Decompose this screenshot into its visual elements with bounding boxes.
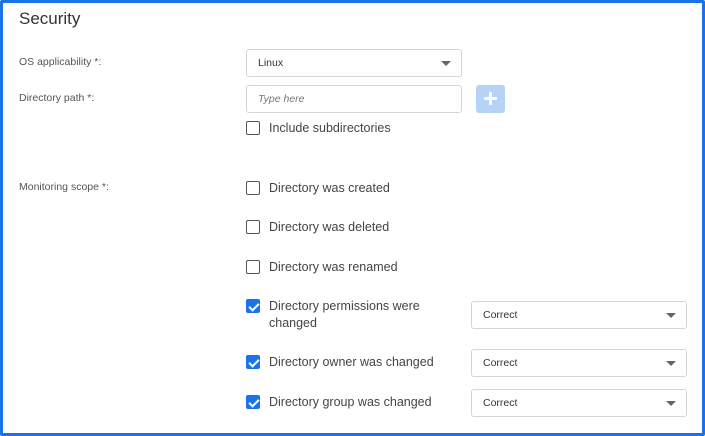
select-value: Correct	[483, 309, 518, 321]
scope-directory-created-checkbox[interactable]: Directory was created	[246, 180, 459, 197]
directory-path-label: Directory path *:	[19, 92, 95, 104]
checkbox-label: Directory was renamed	[269, 260, 398, 274]
group-changed-select[interactable]: Correct	[471, 389, 687, 417]
checkbox-label: Directory was created	[269, 181, 390, 195]
select-value: Correct	[483, 397, 518, 409]
checkbox-box-checked	[246, 355, 260, 369]
checkbox-label: Directory owner was changed	[269, 355, 434, 369]
select-value: Correct	[483, 357, 518, 369]
os-applicability-label: OS applicability *:	[19, 56, 102, 68]
chevron-down-icon	[666, 401, 676, 406]
permissions-changed-select[interactable]: Correct	[471, 301, 687, 329]
os-applicability-value: Linux	[258, 57, 284, 69]
checkbox-box	[246, 121, 260, 135]
checkbox-box	[246, 260, 260, 274]
section-title: Security	[19, 9, 81, 28]
chevron-down-icon	[441, 61, 451, 66]
checkbox-box-checked	[246, 299, 260, 313]
owner-changed-select[interactable]: Correct	[471, 349, 687, 377]
scope-directory-deleted-checkbox[interactable]: Directory was deleted	[246, 219, 459, 236]
os-applicability-select[interactable]: Linux	[246, 49, 462, 77]
chevron-down-icon	[666, 361, 676, 366]
scope-group-changed-checkbox[interactable]: Directory group was changed	[246, 394, 459, 411]
directory-path-input[interactable]	[246, 85, 462, 113]
checkbox-label: Include subdirectories	[269, 121, 391, 135]
checkbox-label: Directory group was changed	[269, 395, 432, 409]
scope-owner-changed-checkbox[interactable]: Directory owner was changed	[246, 354, 459, 371]
monitoring-scope-label: Monitoring scope *:	[19, 181, 109, 193]
checkbox-box	[246, 181, 260, 195]
security-panel: Security OS applicability *: Linux Direc…	[0, 0, 705, 436]
checkbox-label: Directory was deleted	[269, 220, 390, 234]
include-subdirectories-checkbox[interactable]: Include subdirectories	[246, 120, 459, 137]
scope-permissions-changed-checkbox[interactable]: Directory permissions were changed	[246, 298, 449, 332]
checkbox-box	[246, 220, 260, 234]
checkbox-box-checked	[246, 395, 260, 409]
scope-directory-renamed-checkbox[interactable]: Directory was renamed	[246, 259, 459, 276]
chevron-down-icon	[666, 313, 676, 318]
add-directory-button[interactable]	[476, 85, 505, 113]
checkbox-label: Directory permissions were changed	[269, 299, 420, 330]
plus-icon	[484, 92, 497, 105]
